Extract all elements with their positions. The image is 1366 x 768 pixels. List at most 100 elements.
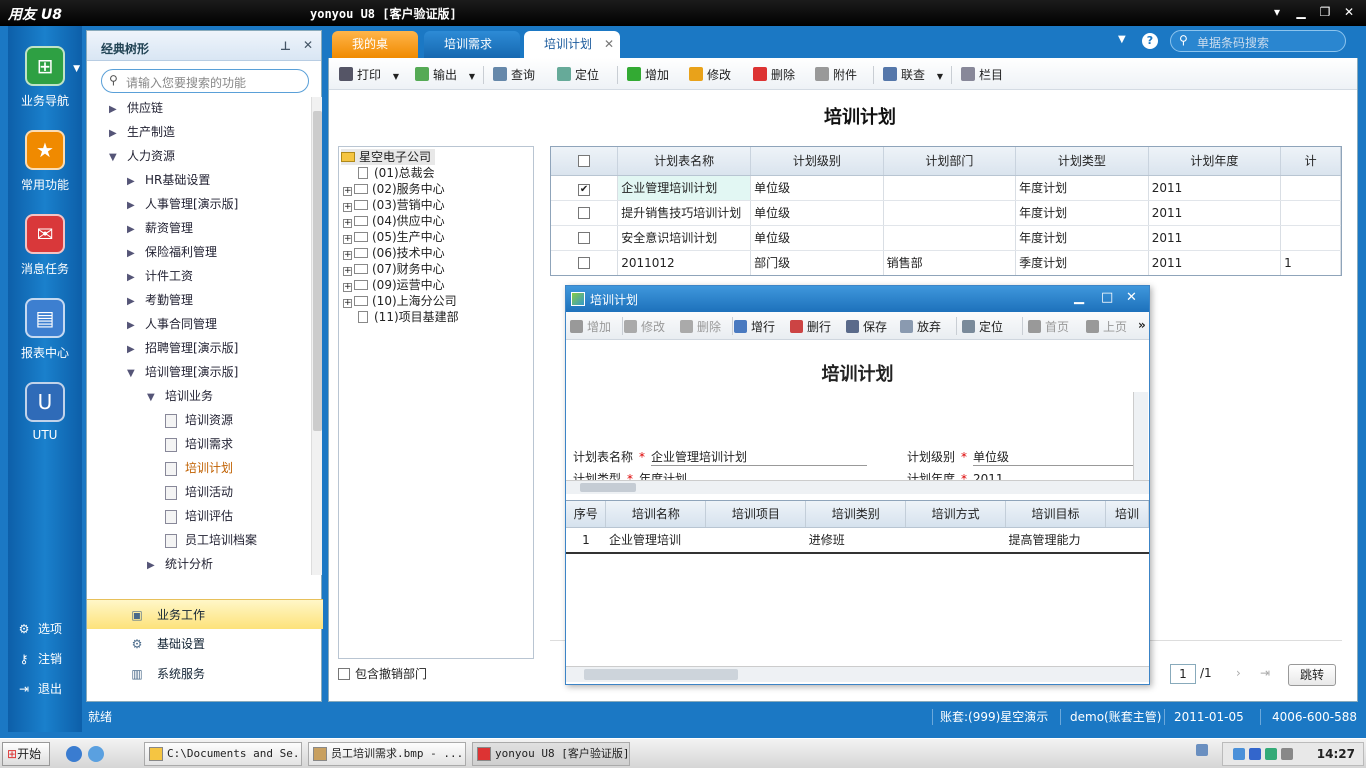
barcode-search-input[interactable]: ⚲ 单据条码搜索 bbox=[1170, 30, 1346, 52]
nav-tree-item[interactable]: ▶ HR基础设置 bbox=[127, 169, 210, 191]
row-checkbox[interactable] bbox=[551, 225, 619, 251]
nav-basic-settings[interactable]: ⚙ 基础设置 bbox=[87, 629, 323, 659]
next-page-icon[interactable]: › bbox=[1236, 666, 1241, 680]
org-tree-item[interactable]: (01)总裁会 bbox=[343, 165, 435, 181]
expand-icon[interactable]: + bbox=[343, 219, 352, 228]
table-cell[interactable] bbox=[1280, 175, 1341, 201]
table-row[interactable]: 安全意识培训计划 单位级 年度计划 2011 bbox=[551, 225, 1341, 251]
cell-extra[interactable] bbox=[1105, 527, 1149, 554]
expand-icon[interactable]: + bbox=[343, 235, 352, 244]
nav-tree-item[interactable]: 培训资源 bbox=[165, 409, 233, 431]
col-header[interactable]: 计划表名称 bbox=[617, 147, 752, 176]
network-icon[interactable] bbox=[1196, 744, 1208, 756]
minimize-button[interactable]: ▁ bbox=[1074, 290, 1084, 305]
chevron-right-icon[interactable]: ▶ bbox=[147, 555, 159, 577]
chevron-right-icon[interactable]: ▶ bbox=[127, 315, 139, 337]
tray-icon[interactable] bbox=[1249, 748, 1261, 760]
nav-tree-item[interactable]: ▶ 计件工资 bbox=[127, 265, 193, 287]
table-cell[interactable]: 单位级 bbox=[750, 225, 884, 251]
expand-icon[interactable]: + bbox=[343, 251, 352, 260]
table-cell[interactable]: 部门级 bbox=[750, 250, 884, 275]
restore-button[interactable]: ❐ bbox=[1316, 3, 1334, 21]
expand-icon[interactable]: + bbox=[343, 267, 352, 276]
dialog-toolbar-button[interactable]: 删除 bbox=[680, 318, 721, 335]
tab-my-desktop[interactable]: 我的桌面 bbox=[332, 31, 418, 77]
dock-messages[interactable]: ✉ 消息任务 bbox=[8, 214, 82, 277]
nav-tree-item[interactable]: ▼ 人力资源 bbox=[109, 145, 175, 167]
scroll-thumb[interactable] bbox=[313, 111, 322, 431]
scroll-thumb[interactable] bbox=[580, 483, 636, 492]
cell-no[interactable]: 1 bbox=[566, 527, 606, 554]
col-header[interactable]: 计划年度 bbox=[1148, 147, 1282, 176]
dialog-toolbar-button[interactable]: 删行 bbox=[790, 318, 831, 335]
chevron-down-icon[interactable]: ▼ bbox=[73, 64, 80, 74]
maximize-button[interactable]: □ bbox=[1101, 290, 1113, 305]
tab-training-plan[interactable]: 培训计划 ✕ bbox=[524, 31, 620, 58]
chevron-down-icon[interactable]: ▼ bbox=[937, 72, 943, 81]
help-icon[interactable]: ? bbox=[1142, 33, 1158, 49]
taskbar-paint[interactable]: 员工培训需求.bmp - ... bbox=[308, 742, 466, 766]
col-header[interactable]: 培训 bbox=[1105, 501, 1150, 528]
nav-tree-item[interactable]: ▶ 薪资管理 bbox=[127, 217, 193, 239]
org-tree-item[interactable]: + (03)营销中心 bbox=[343, 197, 445, 213]
chevron-right-icon[interactable]: ▶ bbox=[127, 339, 139, 361]
browser-icon[interactable] bbox=[88, 746, 104, 762]
table-cell[interactable]: 年度计划 bbox=[1015, 200, 1149, 226]
col-header[interactable]: 培训方式 bbox=[905, 501, 1007, 528]
close-button[interactable]: ✕ bbox=[1126, 290, 1137, 305]
table-row[interactable]: 1 企业管理培训 进修班 提高管理能力 bbox=[566, 527, 1149, 554]
detail-hscrollbar[interactable] bbox=[566, 666, 1149, 682]
nav-tree-item[interactable]: ▼ 培训管理[演示版] bbox=[127, 361, 238, 383]
dock-favorites[interactable]: ★ 常用功能 bbox=[8, 130, 82, 193]
table-cell[interactable] bbox=[1280, 225, 1341, 251]
logout-button[interactable]: ⚷ 注销 bbox=[16, 650, 62, 667]
table-cell[interactable]: 2011 bbox=[1148, 175, 1282, 201]
chevron-right-icon[interactable]: ▶ bbox=[127, 291, 139, 313]
row-checkbox[interactable] bbox=[551, 200, 619, 226]
table-cell[interactable] bbox=[883, 200, 1017, 226]
options-button[interactable]: ⚙ 选项 bbox=[16, 620, 62, 637]
more-icon[interactable]: » bbox=[1138, 318, 1146, 332]
col-header[interactable]: 培训名称 bbox=[605, 501, 707, 528]
nav-scrollbar[interactable] bbox=[311, 97, 322, 575]
chevron-right-icon[interactable]: ▶ bbox=[127, 195, 139, 217]
dock-utu[interactable]: U UTU bbox=[8, 382, 82, 442]
taskbar-u8[interactable]: yonyou U8 [客户验证版] bbox=[472, 742, 630, 766]
nav-tree-item[interactable]: ▶ 考勤管理 bbox=[127, 289, 193, 311]
col-header[interactable]: 培训目标 bbox=[1005, 501, 1106, 528]
table-cell[interactable]: 安全意识培训计划 bbox=[617, 225, 752, 251]
nav-tree-item[interactable]: ▶ 供应链 bbox=[109, 97, 163, 119]
table-cell[interactable] bbox=[883, 225, 1017, 251]
chevron-right-icon[interactable]: ▶ bbox=[127, 243, 139, 265]
pin-icon[interactable]: ⊥ bbox=[280, 39, 291, 53]
include-cancelled-checkbox[interactable]: 包含撤销部门 bbox=[338, 665, 427, 682]
go-button[interactable]: 跳转 bbox=[1288, 664, 1336, 686]
org-tree-item[interactable]: + (06)技术中心 bbox=[343, 245, 445, 261]
chevron-right-icon[interactable]: ▶ bbox=[127, 267, 139, 289]
row-checkbox[interactable]: ✔ bbox=[551, 175, 619, 201]
minimize-button[interactable]: ▁ bbox=[1292, 3, 1310, 21]
table-row[interactable]: 2011012 部门级 销售部 季度计划 2011 1 bbox=[551, 250, 1341, 275]
org-tree-item[interactable]: + (04)供应中心 bbox=[343, 213, 445, 229]
chevron-down-icon[interactable]: ▼ bbox=[1118, 34, 1126, 45]
form-hscrollbar[interactable] bbox=[566, 480, 1149, 494]
dialog-toolbar-button[interactable]: 增加 bbox=[570, 318, 611, 335]
attachment-button[interactable]: 附件 bbox=[815, 66, 857, 84]
page-input[interactable]: 1 bbox=[1170, 664, 1196, 684]
close-icon[interactable]: ✕ bbox=[604, 31, 614, 57]
cell-project[interactable] bbox=[705, 527, 806, 554]
org-tree-item[interactable]: + (02)服务中心 bbox=[343, 181, 445, 197]
cell-method[interactable] bbox=[905, 527, 1006, 554]
nav-business-work[interactable]: ▣ 业务工作 bbox=[87, 599, 323, 629]
dialog-toolbar-button[interactable]: 增行 bbox=[734, 318, 775, 335]
dock-business-nav[interactable]: ⊞ 业务导航 ▼ bbox=[8, 46, 82, 109]
table-cell[interactable]: 季度计划 bbox=[1015, 250, 1149, 275]
table-cell[interactable] bbox=[883, 175, 1017, 201]
chevron-right-icon[interactable]: ▶ bbox=[109, 123, 121, 145]
nav-tree-item[interactable]: ▶ 人事管理[演示版] bbox=[127, 193, 238, 215]
table-cell[interactable]: 2011 bbox=[1148, 250, 1282, 275]
chevron-right-icon[interactable]: ▶ bbox=[109, 99, 121, 121]
close-button[interactable]: ✕ bbox=[1340, 3, 1358, 21]
chevron-right-icon[interactable]: ▶ bbox=[127, 171, 139, 193]
table-cell[interactable]: 企业管理培训计划 bbox=[617, 175, 752, 201]
